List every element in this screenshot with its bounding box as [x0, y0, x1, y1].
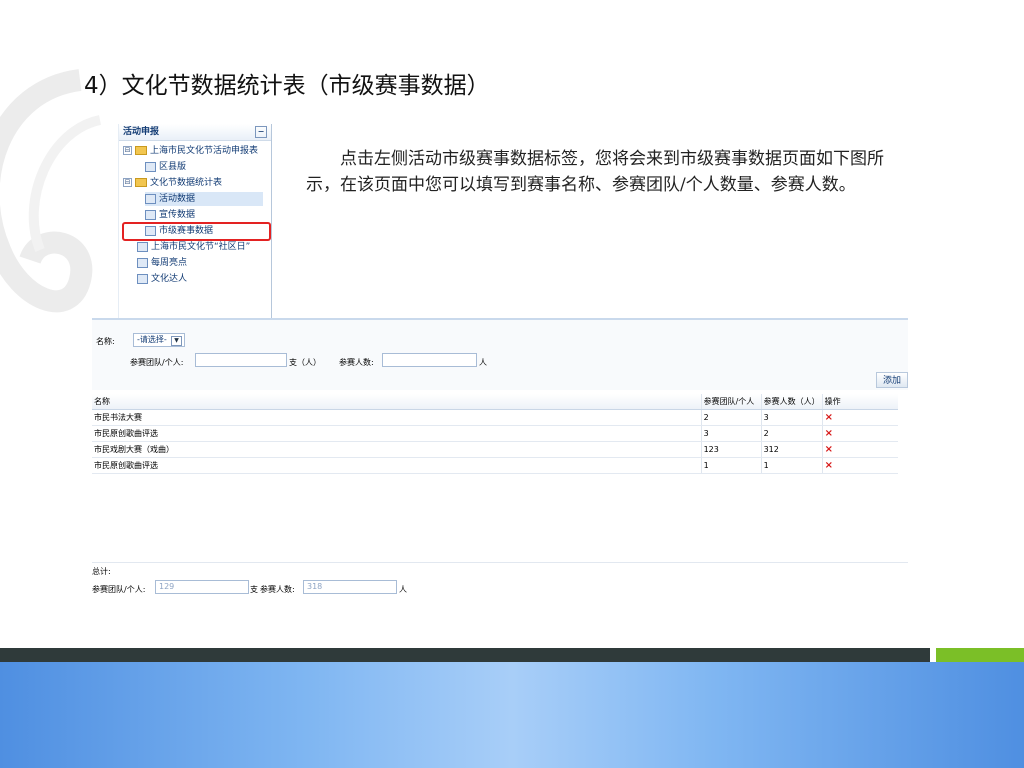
totals-label: 总计:	[92, 567, 111, 576]
table-row[interactable]: 市民戏剧大赛（戏曲） 123 312 ×	[92, 441, 898, 458]
totals-people-field[interactable]: 318	[303, 580, 397, 594]
col-header-name[interactable]: 名称	[92, 394, 702, 410]
chevron-down-icon[interactable]: ▼	[171, 336, 182, 346]
people-count-input[interactable]	[382, 353, 477, 367]
cell-name: 市民原创歌曲评选	[92, 425, 702, 442]
totals-team-label: 参赛团队/个人:	[92, 585, 146, 594]
page-icon	[145, 161, 156, 172]
team-unit: 支（人）	[289, 358, 321, 367]
tree-header: 活动申报 −	[119, 124, 271, 141]
tree-item-district[interactable]: 区县版	[145, 160, 186, 174]
competition-table: 名称 参赛团队/个人 参赛人数（人） 操作 市民书法大赛 2 3 × 市民原创歌…	[92, 394, 898, 474]
totals-team-field[interactable]: 129	[155, 580, 249, 594]
totals-team-unit: 支	[250, 585, 258, 594]
decorative-swirl	[0, 69, 102, 313]
footer-dark-bar	[0, 648, 930, 662]
cell-name: 市民戏剧大赛（戏曲）	[92, 441, 702, 458]
table-row[interactable]: 市民书法大赛 2 3 ×	[92, 409, 898, 426]
col-header-people[interactable]: 参赛人数（人）	[760, 394, 823, 410]
page-icon	[145, 209, 156, 220]
tree-item-community-day[interactable]: 上海市民文化节“社区日”	[137, 240, 250, 254]
page-icon	[145, 193, 156, 204]
team-label: 参赛团队/个人:	[130, 358, 184, 367]
delete-icon[interactable]: ×	[825, 460, 833, 471]
cell-teams: 3	[700, 425, 762, 442]
tree-item-activity-data[interactable]: 活动数据	[145, 192, 263, 206]
people-unit: 人	[479, 358, 487, 367]
people-label: 参赛人数:	[339, 358, 374, 367]
toggle-icon[interactable]: ⊟	[123, 146, 132, 155]
add-button[interactable]: 添加	[876, 372, 908, 388]
tree-item-publicity-data[interactable]: 宣传数据	[145, 208, 195, 222]
cell-teams: 2	[700, 409, 762, 426]
cell-teams: 123	[700, 441, 762, 458]
cell-people: 312	[760, 441, 823, 458]
tree-item-culture-talent[interactable]: 文化达人	[137, 272, 187, 286]
col-header-actions: 操作	[821, 394, 898, 410]
table-row[interactable]: 市民原创歌曲评选 3 2 ×	[92, 425, 898, 442]
tree-item-festival-stats[interactable]: ⊟ 文化节数据统计表	[123, 176, 222, 190]
name-select[interactable]: -请选择- ▼	[133, 333, 185, 347]
page-icon	[137, 273, 148, 284]
footer-gradient-band	[0, 662, 1024, 768]
folder-icon	[135, 146, 147, 155]
delete-icon[interactable]: ×	[825, 428, 833, 439]
cell-name: 市民书法大赛	[92, 409, 702, 426]
cell-people: 2	[760, 425, 823, 442]
tree-header-label: 活动申报	[123, 127, 160, 137]
page-icon	[137, 257, 148, 268]
table-header-row: 名称 参赛团队/个人 参赛人数（人） 操作	[92, 394, 898, 410]
highlight-box	[122, 222, 271, 241]
delete-icon[interactable]: ×	[825, 444, 833, 455]
cell-people: 3	[760, 409, 823, 426]
page-icon	[137, 241, 148, 252]
totals-divider	[92, 562, 908, 563]
delete-icon[interactable]: ×	[825, 412, 833, 423]
footer-green-accent	[936, 648, 1024, 662]
cell-name: 市民原创歌曲评选	[92, 457, 702, 474]
tree-item-city-festival-form[interactable]: ⊟ 上海市民文化节活动申报表	[123, 144, 258, 158]
cell-teams: 1	[700, 457, 762, 474]
slide-title: 4）文化节数据统计表（市级赛事数据）	[84, 73, 490, 99]
col-header-teams[interactable]: 参赛团队/个人	[700, 394, 762, 410]
cell-people: 1	[760, 457, 823, 474]
table-row[interactable]: 市民原创歌曲评选 1 1 ×	[92, 457, 898, 474]
totals-people-label: 参赛人数:	[260, 585, 295, 594]
totals-people-unit: 人	[399, 585, 407, 594]
toggle-icon[interactable]: ⊟	[123, 178, 132, 187]
instruction-text: 点击左侧活动市级赛事数据标签，您将会来到市级赛事数据页面如下图所示，在该页面中您…	[306, 149, 884, 195]
collapse-icon[interactable]: −	[255, 126, 267, 138]
team-count-input[interactable]	[195, 353, 287, 367]
tree-item-weekly-highlights[interactable]: 每周亮点	[137, 256, 187, 270]
folder-icon	[135, 178, 147, 187]
activity-tree-panel: 活动申报 − ⊟ 上海市民文化节活动申报表 区县版 ⊟ 文化节数据统计表 活动数据 …	[118, 124, 272, 318]
name-label: 名称:	[96, 337, 115, 346]
